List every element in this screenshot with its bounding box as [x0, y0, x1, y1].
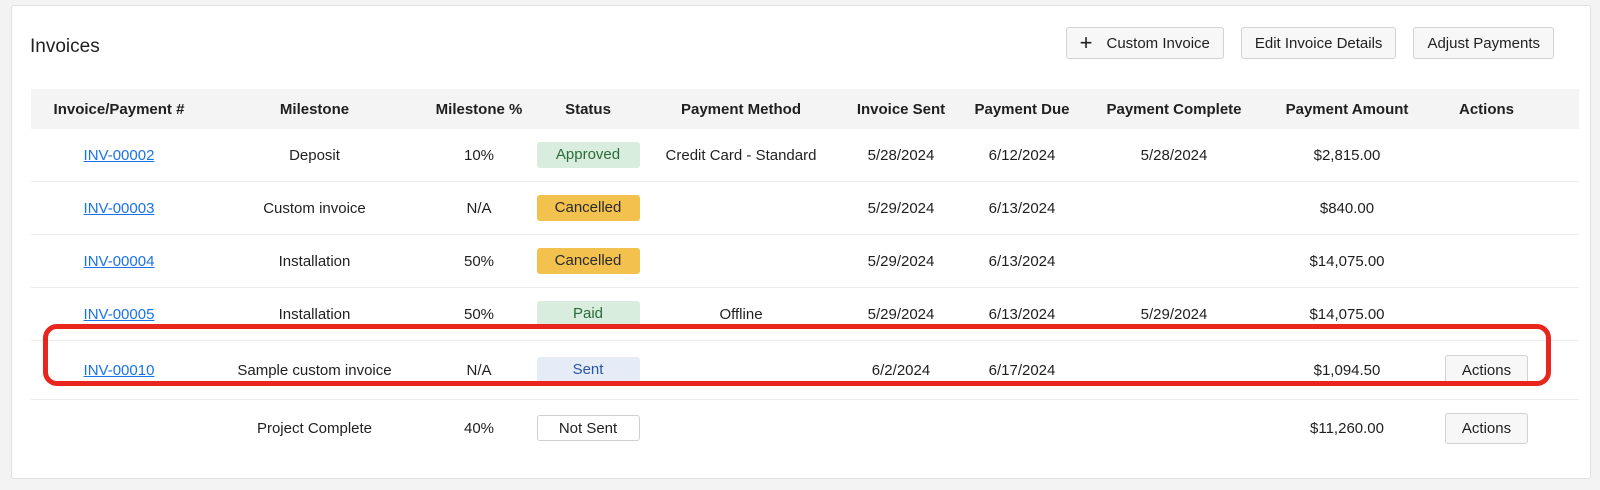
invoice-link[interactable]: INV-00010: [84, 362, 155, 379]
custom-invoice-button[interactable]: + Custom Invoice: [1065, 27, 1224, 59]
payment-complete-cell: 5/29/2024: [1140, 305, 1208, 323]
table-row: Project Complete 40% Not Sent $11,260.00…: [31, 400, 1579, 456]
col-status[interactable]: Status: [536, 101, 640, 118]
milestone-pct-cell: N/A: [466, 361, 492, 379]
milestone-cell: Installation: [278, 305, 351, 323]
actions-button[interactable]: Actions: [1445, 412, 1528, 444]
payment-amount-cell: $2,815.00: [1313, 146, 1381, 164]
page-title: Invoices: [30, 36, 100, 57]
milestone-pct-cell: N/A: [466, 199, 492, 217]
status-badge: Paid: [536, 301, 640, 327]
invoices-table: Invoice/Payment # Milestone Milestone % …: [31, 89, 1579, 456]
status-badge: Approved: [536, 142, 640, 168]
col-invoice-number[interactable]: Invoice/Payment #: [31, 101, 207, 118]
col-payment-complete[interactable]: Payment Complete: [1084, 101, 1264, 118]
payment-due-cell: 6/17/2024: [988, 361, 1056, 379]
milestone-cell: Deposit: [289, 146, 340, 164]
milestone-pct-cell: 50%: [463, 252, 495, 270]
custom-invoice-label: Custom Invoice: [1106, 34, 1210, 52]
invoice-link[interactable]: INV-00002: [84, 147, 155, 164]
payment-method-cell: Offline: [719, 305, 763, 323]
table-row: INV-00004 Installation 50% Cancelled 5/2…: [31, 235, 1579, 288]
invoice-sent-cell: 5/29/2024: [867, 305, 935, 323]
col-payment-amount[interactable]: Payment Amount: [1264, 101, 1430, 118]
payment-amount-cell: $1,094.50: [1313, 361, 1381, 379]
col-actions: Actions: [1458, 100, 1514, 118]
table-row: INV-00003 Custom invoice N/A Cancelled 5…: [31, 182, 1579, 235]
status-badge: Not Sent: [536, 415, 640, 441]
milestone-cell: Sample custom invoice: [237, 361, 392, 379]
table-row: INV-00010 Sample custom invoice N/A Sent…: [31, 341, 1579, 400]
plus-icon: +: [1079, 30, 1093, 55]
edit-invoice-details-button[interactable]: Edit Invoice Details: [1240, 27, 1397, 59]
col-invoice-sent[interactable]: Invoice Sent: [842, 101, 960, 118]
invoice-sent-cell: 5/28/2024: [867, 146, 935, 164]
payment-method-cell: Credit Card - Standard: [665, 146, 817, 164]
invoice-link[interactable]: INV-00003: [84, 200, 155, 217]
milestone-cell: Project Complete: [256, 419, 373, 437]
milestone-pct-cell: 40%: [463, 419, 495, 437]
col-payment-method[interactable]: Payment Method: [640, 101, 842, 118]
table-row: INV-00002 Deposit 10% Approved Credit Ca…: [31, 129, 1579, 182]
status-badge: Cancelled: [536, 195, 640, 221]
status-badge: Cancelled: [536, 248, 640, 274]
invoices-card: Invoices + Custom Invoice Edit Invoice D…: [11, 5, 1591, 479]
payment-amount-cell: $14,075.00: [1309, 252, 1385, 270]
toolbar: + Custom Invoice Edit Invoice Details Ad…: [1065, 27, 1554, 59]
payment-due-cell: 6/12/2024: [988, 146, 1056, 164]
payment-amount-cell: $14,075.00: [1309, 305, 1385, 323]
payment-amount-cell: $840.00: [1319, 199, 1375, 217]
payment-amount-cell: $11,260.00: [1310, 419, 1384, 437]
payment-complete-cell: 5/28/2024: [1140, 146, 1208, 164]
payment-due-cell: 6/13/2024: [988, 252, 1056, 270]
milestone-pct-cell: 50%: [463, 305, 495, 323]
col-milestone[interactable]: Milestone: [207, 101, 422, 118]
invoice-sent-cell: 5/29/2024: [867, 252, 935, 270]
table-header: Invoice/Payment # Milestone Milestone % …: [31, 89, 1579, 129]
milestone-cell: Installation: [278, 252, 351, 270]
invoice-sent-cell: 5/29/2024: [867, 199, 935, 217]
invoice-link[interactable]: INV-00005: [84, 306, 155, 323]
col-payment-due[interactable]: Payment Due: [960, 101, 1084, 118]
payment-due-cell: 6/13/2024: [988, 305, 1056, 323]
payment-due-cell: 6/13/2024: [988, 199, 1056, 217]
invoice-sent-cell: 6/2/2024: [871, 361, 931, 379]
milestone-pct-cell: 10%: [463, 146, 495, 164]
table-row: INV-00005 Installation 50% Paid Offline …: [31, 288, 1579, 341]
col-milestone-pct[interactable]: Milestone %: [422, 101, 536, 118]
status-badge: Sent: [536, 357, 640, 383]
milestone-cell: Custom invoice: [263, 199, 366, 217]
adjust-payments-button[interactable]: Adjust Payments: [1413, 27, 1554, 59]
invoice-link[interactable]: INV-00004: [84, 253, 155, 270]
actions-button[interactable]: Actions: [1445, 354, 1528, 386]
